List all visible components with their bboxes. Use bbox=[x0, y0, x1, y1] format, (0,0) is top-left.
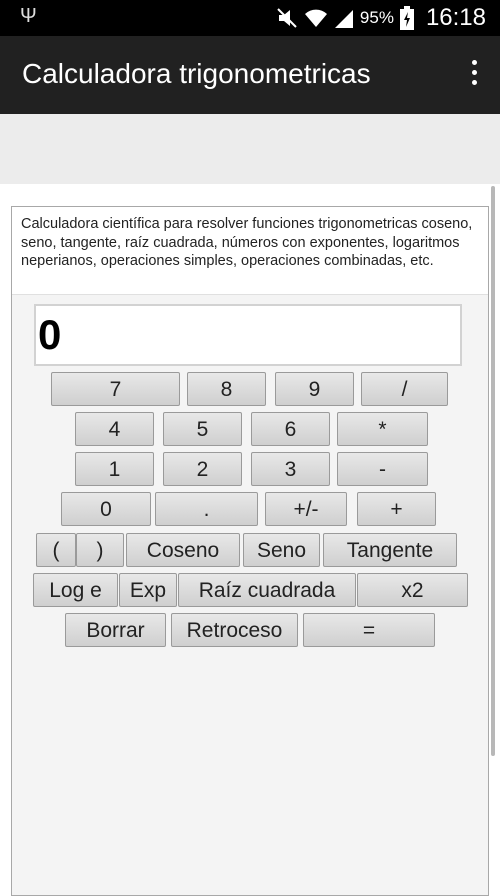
app-title: Calculadora trigonometricas bbox=[22, 58, 371, 89]
result-display: 0 bbox=[34, 304, 462, 366]
open-paren-button[interactable]: ( bbox=[36, 533, 76, 567]
key-9-button[interactable]: 9 bbox=[275, 372, 354, 406]
cosine-button[interactable]: Coseno bbox=[126, 533, 240, 567]
multiply-button[interactable]: * bbox=[337, 412, 428, 446]
key-4-button[interactable]: 4 bbox=[75, 412, 154, 446]
key-1-button[interactable]: 1 bbox=[75, 452, 154, 486]
description-text: Calculadora científica para resolver fun… bbox=[12, 207, 488, 295]
exp-button[interactable]: Exp bbox=[119, 573, 177, 607]
minus-button[interactable]: - bbox=[337, 452, 428, 486]
plus-button[interactable]: + bbox=[357, 492, 436, 526]
wifi-icon bbox=[304, 9, 327, 27]
key-7-button[interactable]: 7 bbox=[51, 372, 180, 406]
divide-button[interactable]: / bbox=[361, 372, 448, 406]
square-button[interactable]: x2 bbox=[357, 573, 468, 607]
decimal-point-button[interactable]: . bbox=[155, 492, 258, 526]
overflow-menu-icon[interactable] bbox=[468, 60, 480, 90]
clear-button[interactable]: Borrar bbox=[65, 613, 166, 647]
key-6-button[interactable]: 6 bbox=[251, 412, 330, 446]
banner-area bbox=[0, 114, 500, 184]
scrollbar[interactable] bbox=[491, 186, 495, 756]
equals-button[interactable]: = bbox=[303, 613, 435, 647]
battery-charging-icon bbox=[399, 6, 414, 30]
backspace-button[interactable]: Retroceso bbox=[171, 613, 298, 647]
square-root-button[interactable]: Raíz cuadrada bbox=[178, 573, 356, 607]
sign-toggle-button[interactable]: +/- bbox=[265, 492, 347, 526]
status-icons: 95% 16:18 bbox=[276, 4, 486, 32]
usb-icon: Ψ bbox=[20, 5, 37, 27]
mute-icon bbox=[277, 8, 297, 28]
natural-log-button[interactable]: Log e bbox=[33, 573, 118, 607]
sine-button[interactable]: Seno bbox=[243, 533, 320, 567]
clock: 16:18 bbox=[425, 4, 486, 31]
key-0-button[interactable]: 0 bbox=[61, 492, 151, 526]
battery-percent: 95% bbox=[359, 8, 394, 27]
status-bar: Ψ 95% 16:18 bbox=[0, 0, 500, 36]
action-bar: Calculadora trigonometricas bbox=[0, 36, 500, 114]
key-5-button[interactable]: 5 bbox=[163, 412, 242, 446]
key-8-button[interactable]: 8 bbox=[187, 372, 266, 406]
tangent-button[interactable]: Tangente bbox=[323, 533, 457, 567]
signal-icon bbox=[334, 10, 353, 28]
key-2-button[interactable]: 2 bbox=[163, 452, 242, 486]
key-3-button[interactable]: 3 bbox=[251, 452, 330, 486]
close-paren-button[interactable]: ) bbox=[76, 533, 124, 567]
